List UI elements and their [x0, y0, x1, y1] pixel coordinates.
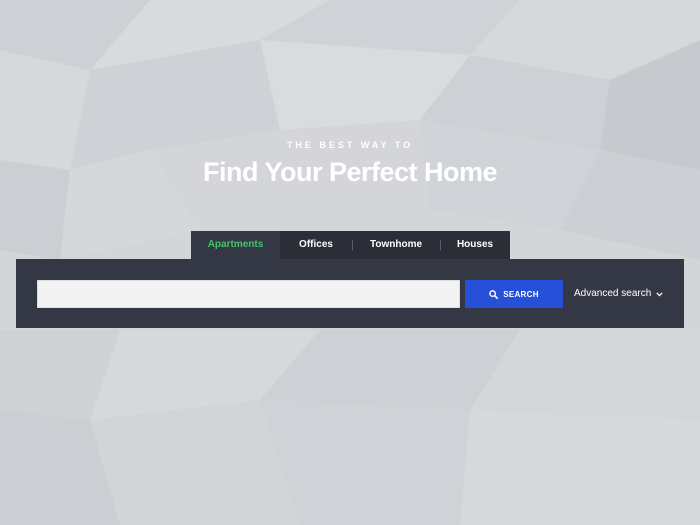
search-panel: SEARCH Advanced search: [16, 259, 684, 328]
search-button-label: SEARCH: [503, 289, 539, 299]
advanced-search-label: Advanced search: [574, 288, 652, 299]
tab-offices[interactable]: Offices: [280, 231, 352, 259]
property-type-tabs: Apartments Offices Townhome Houses: [191, 231, 510, 259]
tab-townhome[interactable]: Townhome: [352, 231, 440, 259]
tab-townhome-label: Townhome: [369, 239, 423, 250]
tab-divider: [440, 240, 441, 250]
search-button[interactable]: SEARCH: [465, 280, 563, 308]
tab-houses[interactable]: Houses: [440, 231, 510, 259]
tab-divider: [352, 240, 353, 250]
advanced-search-link[interactable]: Advanced search: [574, 280, 663, 308]
chevron-down-icon: [656, 291, 663, 296]
hero-headline: Find Your Perfect Home: [202, 157, 498, 187]
hero-eyebrow: THE BEST WAY TO: [286, 140, 414, 150]
tab-offices-label: Offices: [299, 239, 333, 250]
tab-houses-label: Houses: [456, 239, 494, 250]
tab-apartments[interactable]: Apartments: [191, 231, 280, 259]
search-input[interactable]: [37, 280, 460, 308]
search-icon: [489, 289, 499, 299]
